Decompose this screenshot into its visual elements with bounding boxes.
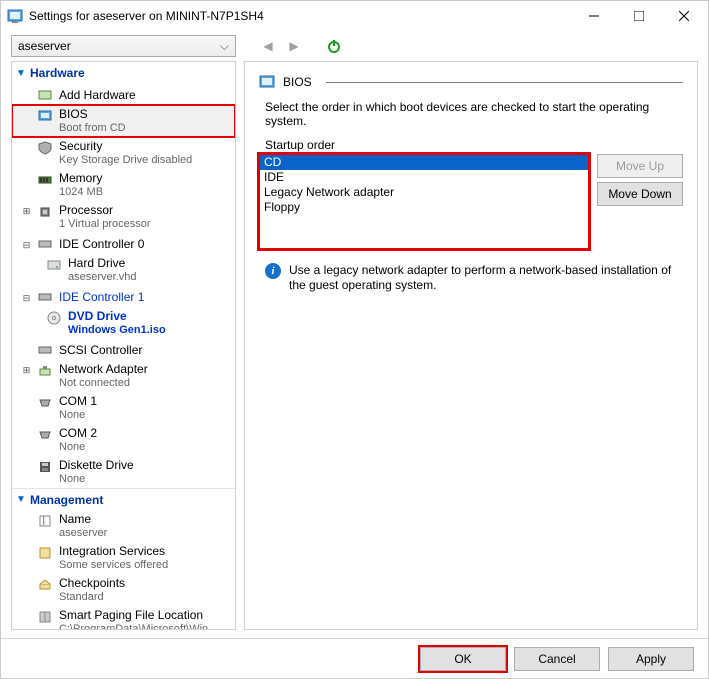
category-label: Management: [30, 493, 103, 507]
nav-forward-button[interactable]: ▶: [284, 36, 304, 56]
memory-icon: [37, 172, 53, 188]
details-pane: BIOS Select the order in which boot devi…: [244, 61, 698, 630]
controller-icon: [37, 236, 53, 252]
startup-option[interactable]: Legacy Network adapter: [260, 185, 588, 200]
startup-order-group: CD IDE Legacy Network adapter Floppy Mov…: [259, 154, 683, 249]
nav-back-button[interactable]: ◀: [258, 36, 278, 56]
expander[interactable]: ⊞: [22, 365, 31, 376]
tree-item-memory[interactable]: Memory1024 MB: [12, 169, 235, 201]
move-up-button: Move Up: [597, 154, 683, 178]
maximize-button[interactable]: [616, 2, 661, 31]
services-icon: [37, 545, 53, 561]
left-nav-pane: ▼ Hardware Add Hardware BIOSBoot from CD…: [11, 61, 236, 630]
tree-item-paging-file[interactable]: Smart Paging File LocationC:\ProgramData…: [12, 606, 235, 629]
network-icon: [37, 363, 53, 379]
details-title: BIOS: [283, 75, 312, 89]
info-text: Use a legacy network adapter to perform …: [289, 263, 683, 293]
svg-text:I: I: [42, 514, 45, 528]
category-management[interactable]: ▼ Management: [12, 488, 235, 510]
tree-item-com2[interactable]: COM 2None: [12, 424, 235, 456]
close-button[interactable]: [661, 2, 706, 31]
tree-item-integration-services[interactable]: Integration ServicesSome services offere…: [12, 542, 235, 574]
app-icon: [7, 8, 23, 24]
cancel-button[interactable]: Cancel: [514, 647, 600, 671]
apply-button[interactable]: Apply: [608, 647, 694, 671]
paging-icon: [37, 609, 53, 625]
startup-option[interactable]: CD: [260, 155, 588, 170]
vm-select-row: aseserver ⌵ ◀ ▶: [1, 31, 708, 61]
tree-item-add-hardware[interactable]: Add Hardware: [12, 84, 235, 105]
vm-select[interactable]: aseserver ⌵: [11, 35, 236, 57]
tree-item-dvd-drive[interactable]: DVD DriveWindows Gen1.iso: [12, 307, 235, 339]
minimize-button[interactable]: [571, 2, 616, 31]
details-description: Select the order in which boot devices a…: [265, 100, 683, 128]
move-buttons: Move Up Move Down: [597, 154, 683, 206]
startup-option[interactable]: Floppy: [260, 200, 588, 215]
processor-icon: [37, 204, 53, 220]
checkpoint-icon: [37, 577, 53, 593]
floppy-icon: [37, 459, 53, 475]
tree-item-network-adapter[interactable]: ⊞ Network AdapterNot connected: [12, 360, 235, 392]
tree-item-scsi[interactable]: SCSI Controller: [12, 339, 235, 360]
tree-item-bios[interactable]: BIOSBoot from CD: [12, 105, 235, 137]
tree-item-processor[interactable]: ⊞ Processor1 Virtual processor: [12, 201, 235, 233]
bios-icon: [37, 108, 53, 124]
info-note: i Use a legacy network adapter to perfor…: [259, 263, 683, 293]
com-port-icon: [37, 427, 53, 443]
expander[interactable]: ⊟: [22, 240, 31, 251]
header-rule: [326, 82, 683, 83]
expander[interactable]: ⊟: [22, 293, 31, 304]
controller-icon: [37, 289, 53, 305]
tree-item-diskette[interactable]: Diskette DriveNone: [12, 456, 235, 488]
tree-item-security[interactable]: SecurityKey Storage Drive disabled: [12, 137, 235, 169]
hard-drive-icon: [46, 257, 62, 273]
info-icon: i: [265, 263, 281, 279]
ok-button[interactable]: OK: [420, 647, 506, 671]
collapse-icon: ▼: [16, 494, 26, 505]
add-hardware-icon: [37, 87, 53, 103]
settings-tree[interactable]: ▼ Hardware Add Hardware BIOSBoot from CD…: [12, 62, 235, 629]
tree-item-checkpoints[interactable]: CheckpointsStandard: [12, 574, 235, 606]
tree-item-ide1[interactable]: ⊟ IDE Controller 1: [12, 286, 235, 307]
shield-icon: [37, 140, 53, 156]
power-icon[interactable]: [324, 36, 344, 56]
move-down-button[interactable]: Move Down: [597, 182, 683, 206]
main-area: ▼ Hardware Add Hardware BIOSBoot from CD…: [1, 61, 708, 638]
tree-item-hard-drive[interactable]: Hard Driveaseserver.vhd: [12, 254, 235, 286]
startup-order-listbox[interactable]: CD IDE Legacy Network adapter Floppy: [259, 154, 589, 249]
com-port-icon: [37, 395, 53, 411]
window-title: Settings for aseserver on MININT-N7P1SH4: [29, 9, 571, 23]
startup-option[interactable]: IDE: [260, 170, 588, 185]
scsi-icon: [37, 342, 53, 358]
bios-icon: [259, 74, 275, 90]
chevron-down-icon: ⌵: [220, 39, 229, 54]
vm-select-value: aseserver: [18, 39, 71, 53]
title-bar: Settings for aseserver on MININT-N7P1SH4: [1, 1, 708, 31]
tree-item-name[interactable]: I Nameaseserver: [12, 510, 235, 542]
details-header: BIOS: [259, 74, 683, 90]
tree-item-ide0[interactable]: ⊟ IDE Controller 0: [12, 233, 235, 254]
collapse-icon: ▼: [16, 68, 26, 79]
dialog-footer: OK Cancel Apply: [1, 638, 708, 678]
name-icon: I: [37, 513, 53, 529]
tree-item-com1[interactable]: COM 1None: [12, 392, 235, 424]
expander[interactable]: ⊞: [22, 206, 31, 217]
category-label: Hardware: [30, 66, 85, 80]
dvd-icon: [46, 310, 62, 326]
category-hardware[interactable]: ▼ Hardware: [12, 62, 235, 84]
startup-order-label: Startup order: [265, 138, 683, 152]
